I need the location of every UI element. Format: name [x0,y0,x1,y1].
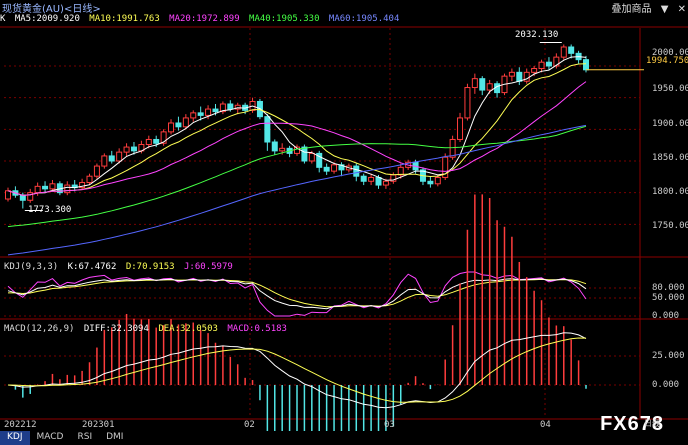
x-label: 03 [384,420,395,430]
candle-body [471,78,478,89]
macd-tick: 0.000 [652,380,680,390]
price-tick: 1950.000 [652,84,688,94]
high-annotation: 2032.130 [515,30,559,40]
candle-body [508,71,515,77]
macd-legend: MACD(12,26,9) DIFF:32.3094 DEA:32.0503 M… [4,324,291,334]
candle-body [93,165,100,177]
kdj-name: KDJ(9,3,3) [4,262,59,272]
candle-body [197,112,204,116]
candle-body [227,103,234,110]
candle-body [449,138,456,158]
candle-body [116,151,123,162]
candle-body [19,194,26,201]
kdj-k-line [7,278,587,310]
macd-value: MACD:0.5183 [227,324,287,334]
candle-body [457,117,464,140]
candle-body [34,185,41,194]
candle-body [479,78,486,91]
kdj-j-line [7,271,587,317]
candle-body [531,68,538,73]
candle-body [382,180,389,186]
kdj-j: J:60.5979 [184,262,233,272]
tab-kdj[interactable]: KDJ [0,431,30,445]
x-label: 202301 [82,420,115,430]
kdj-tick: 50.000 [652,293,685,303]
low-annotation: 1773.300 [28,205,72,215]
candle-body [545,61,552,67]
price-tick: 1800.000 [652,187,688,197]
candle-body [516,71,523,82]
candle-body [145,138,152,146]
candle-body [264,116,271,143]
watermark-sub: 日线 [644,419,660,428]
candle-body [397,166,404,176]
candle-body [101,155,108,167]
candle-body [583,59,589,71]
kdj-tick: 0.000 [652,311,680,321]
kdj-tick: 80.000 [652,283,685,293]
kdj-d: D:70.9153 [125,262,175,272]
candle-body [205,108,212,116]
candle-body [353,165,360,177]
price-tick: 1900.000 [652,119,688,129]
x-label: 04 [540,420,551,430]
kdj-d-line [8,278,587,308]
candle-body [486,83,493,91]
candle-body [108,155,115,162]
candle-body [5,190,11,200]
x-label: 202212 [4,420,37,430]
kdj-legend: KDJ(9,3,3) K:67.4762 D:70.9153 J:60.5979 [4,262,237,272]
ma20-line [7,81,587,196]
candle-body [360,175,367,182]
candle-body [331,164,338,172]
macd-name: MACD(12,26,9) [4,324,75,334]
candle-body [427,180,434,185]
candle-body [212,108,219,113]
macd-diff: DIFF:32.3094 [83,324,149,334]
tab-macd[interactable]: MACD [30,431,71,445]
chart-area[interactable] [0,0,688,431]
tab-rsi[interactable]: RSI [70,431,99,445]
candle-body [123,146,130,153]
tab-dmi[interactable]: DMI [99,431,130,445]
price-tick: 1750.000 [652,221,688,231]
candle-body [86,175,93,184]
candle-body [568,46,575,54]
candle-body [560,46,567,58]
candle-body [434,176,441,185]
price-tick: 1850.000 [652,153,688,163]
candle-body [301,146,308,162]
candle-body [190,112,197,119]
candle-body [42,185,49,190]
candle-body [182,117,189,128]
candle-body [168,122,175,133]
macd-dea: DEA:32.0503 [158,324,218,334]
candle-body [368,176,375,182]
current-price-tag: 1994.750 [646,56,688,66]
candle-body [323,166,330,172]
indicator-tabs: KDJ MACD RSI DMI [0,431,688,445]
kdj-k: K:67.4762 [67,262,117,272]
candle-body [153,138,160,144]
candle-body [271,141,278,152]
macd-tick: 25.000 [652,351,685,361]
candle-body [175,122,182,128]
candle-body [538,61,545,70]
candle-body [279,147,286,152]
candle-body [464,87,471,119]
x-label: 02 [244,420,255,430]
candle-body [375,176,382,186]
candle-body [130,146,137,152]
candle-body [308,152,315,162]
candle-body [64,184,71,194]
candle-body [49,183,56,190]
